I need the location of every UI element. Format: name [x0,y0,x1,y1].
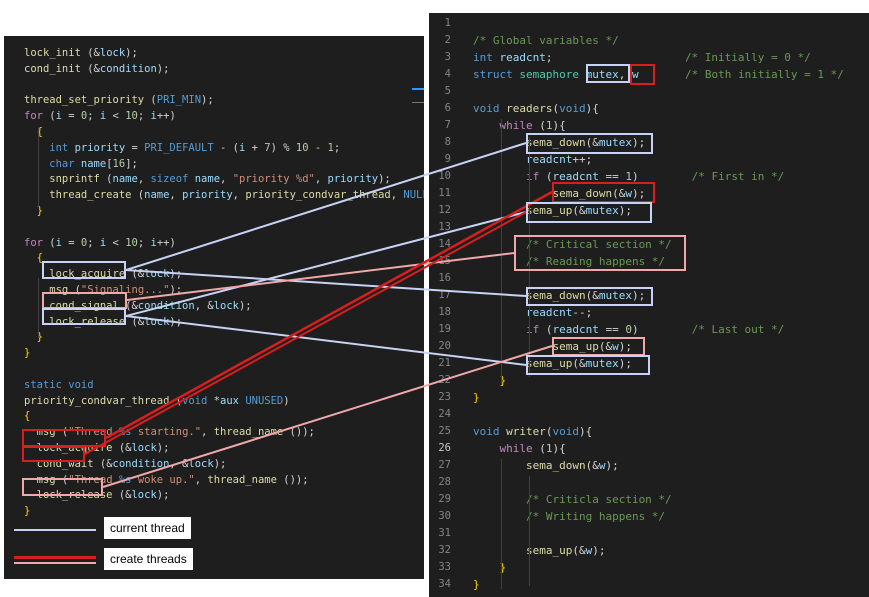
box-lock-acquire-left [42,261,126,279]
box-mutex [586,64,630,83]
box-sema-up-mutex-21 [526,355,650,375]
link-release-to-sema-up-mutex-12 [125,211,527,317]
link-signal-to-critical [126,252,515,301]
link-acquire-to-sema-down-mutex [125,142,527,271]
box-sema-up-mutex-12 [526,202,652,223]
legend: current thread create threads [4,512,214,578]
legend-label-create-threads: create threads [104,548,193,570]
box-sema-up-w-20 [552,337,645,356]
link-release-to-sema-up-mutex-21 [125,315,527,366]
box-sema-down-w-11 [552,182,655,203]
connector-lines [84,142,553,488]
link-thread-acquire-to-sema-down-w [105,190,553,440]
box-critical-section [514,235,686,271]
box-lock-release-left [42,308,126,325]
box-sema-down-mutex-8 [526,133,653,154]
box-lock-acquire-thread [22,429,106,447]
legend-line-current-thread [14,529,96,531]
legend-line-create-threads [14,556,96,559]
legend-line-create-threads-pink [14,562,96,564]
link-thread-release-to-sema-up-w [102,345,553,488]
link-cond-wait-to-sema-up-mutex [84,211,527,455]
box-w [630,64,655,85]
box-cond-wait [22,446,85,462]
box-lock-release-thread [22,478,103,496]
legend-label-current-thread: current thread [104,517,191,539]
box-cond-signal [42,292,127,309]
box-sema-down-mutex-17 [526,287,653,306]
